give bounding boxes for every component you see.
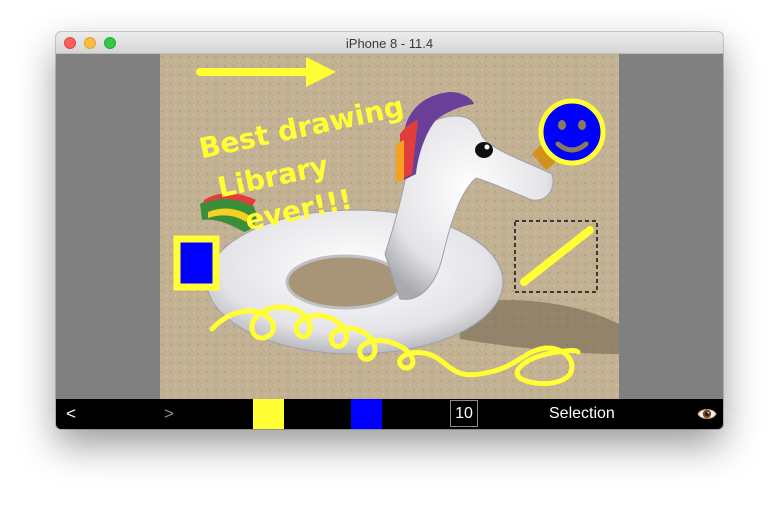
stroke-width-button[interactable]: 10 (450, 400, 478, 427)
tool-selector-button[interactable]: Selection (549, 405, 615, 423)
undo-button[interactable]: < (66, 404, 76, 424)
app-content: Best drawing Library ever!!! (56, 54, 723, 399)
canvas-drawing: Best drawing Library ever!!! (160, 54, 619, 399)
drawing-toolbar: < > 10 Selection (56, 399, 723, 429)
window-title: iPhone 8 - 11.4 (345, 36, 434, 51)
redo-button[interactable]: > (164, 404, 174, 424)
smiley-annotation[interactable] (538, 98, 606, 166)
stroke-color-button[interactable] (253, 399, 284, 429)
eye-icon[interactable] (697, 405, 717, 423)
rectangle-annotation[interactable] (173, 235, 220, 291)
fill-color-button[interactable] (351, 399, 382, 429)
drawing-canvas[interactable]: Best drawing Library ever!!! (160, 54, 619, 399)
simulator-window: iPhone 8 - 11.4 Best drawing Library eve… (56, 32, 723, 429)
eye-icon-graphic (697, 409, 717, 419)
title-bar: iPhone 8 - 11.4 (56, 32, 723, 54)
